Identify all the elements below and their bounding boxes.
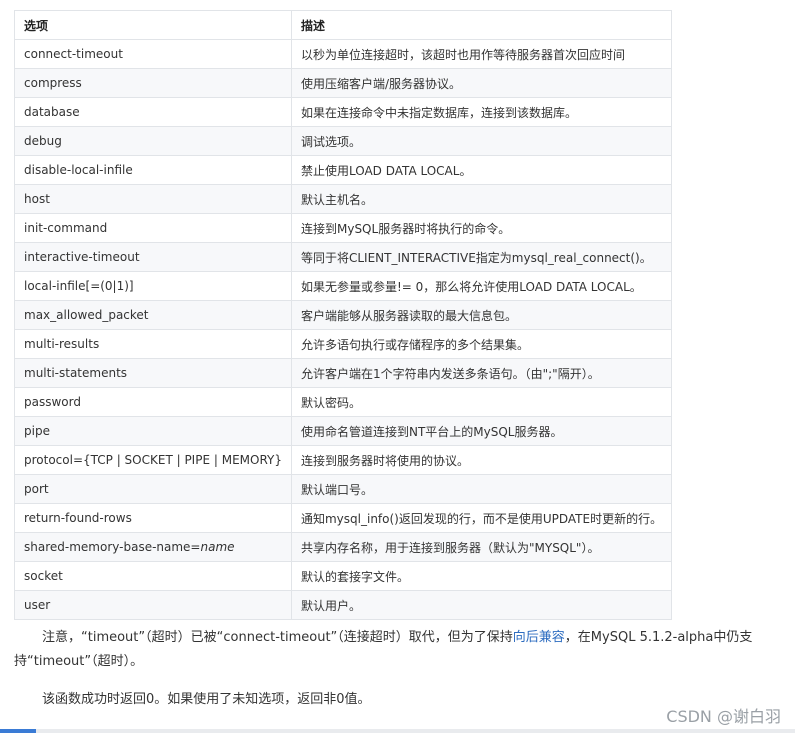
table-row: connect-timeout 以秒为单位连接超时，该超时也用作等待服务器首次回应… bbox=[14, 39, 673, 69]
description-cell: 允许多语句执行或存储程序的多个结果集。 bbox=[290, 329, 673, 359]
option-cell: compress bbox=[14, 68, 292, 98]
description-cell: 默认密码。 bbox=[290, 387, 673, 417]
description-cell: 默认主机名。 bbox=[290, 184, 673, 214]
option-cell: password bbox=[14, 387, 292, 417]
option-name: compress bbox=[24, 76, 82, 90]
note-text-before: 注意，“timeout”（超时）已被“connect-timeout”（连接超时… bbox=[42, 630, 513, 645]
description-cell: 允许客户端在1个字符串内发送多条语句。（由";"隔开）。 bbox=[290, 358, 673, 388]
description-cell: 共享内存名称，用于连接到服务器（默认为"MYSQL"）。 bbox=[290, 532, 673, 562]
option-cell: socket bbox=[14, 561, 292, 591]
table-row: port 默认端口号。 bbox=[14, 474, 673, 504]
description-cell: 连接到MySQL服务器时将执行的命令。 bbox=[290, 213, 673, 243]
description-cell: 默认的套接字文件。 bbox=[290, 561, 673, 591]
option-name: multi-results bbox=[24, 337, 100, 351]
table-row: multi-results 允许多语句执行或存储程序的多个结果集。 bbox=[14, 329, 673, 359]
option-name: interactive-timeout bbox=[24, 250, 140, 264]
table-row: init-command 连接到MySQL服务器时将执行的命令。 bbox=[14, 213, 673, 243]
table-row: password 默认密码。 bbox=[14, 387, 673, 417]
option-cell: disable-local-infile bbox=[14, 155, 292, 185]
description-cell: 连接到服务器时将使用的协议。 bbox=[290, 445, 673, 475]
option-cell: host bbox=[14, 184, 292, 214]
options-table: 选项 描述 connect-timeout 以秒为单位连接超时，该超时也用作等待服… bbox=[14, 10, 673, 620]
option-name: shared-memory-base-name= bbox=[24, 540, 201, 554]
csdn-watermark: CSDN @谢白羽 bbox=[666, 707, 781, 726]
table-row: multi-statements 允许客户端在1个字符串内发送多条语句。（由";"… bbox=[14, 358, 673, 388]
option-cell: return-found-rows bbox=[14, 503, 292, 533]
option-name: port bbox=[24, 482, 49, 496]
table-row: shared-memory-base-name=name 共享内存名称，用于连接到… bbox=[14, 532, 673, 562]
header-option: 选项 bbox=[14, 10, 292, 40]
option-cell: database bbox=[14, 97, 292, 127]
option-cell: protocol={TCP | SOCKET | PIPE | MEMORY} bbox=[14, 445, 292, 475]
option-cell: max_allowed_packet bbox=[14, 300, 292, 330]
description-cell: 调试选项。 bbox=[290, 126, 673, 156]
note-timeout: 注意，“timeout”（超时）已被“connect-timeout”（连接超时… bbox=[14, 626, 789, 674]
option-name: max_allowed_packet bbox=[24, 308, 149, 322]
option-name: user bbox=[24, 598, 51, 612]
table-row: return-found-rows 通知mysql_info()返回发现的行，而不… bbox=[14, 503, 673, 533]
description-cell: 禁止使用LOAD DATA LOCAL。 bbox=[290, 155, 673, 185]
description-cell: 如果在连接命令中未指定数据库，连接到该数据库。 bbox=[290, 97, 673, 127]
table-row: database 如果在连接命令中未指定数据库，连接到该数据库。 bbox=[14, 97, 673, 127]
option-name: database bbox=[24, 105, 80, 119]
option-cell: interactive-timeout bbox=[14, 242, 292, 272]
description-cell: 如果无参量或参量!= 0，那么将允许使用LOAD DATA LOCAL。 bbox=[290, 271, 673, 301]
option-name-placeholder: name bbox=[200, 540, 235, 554]
option-name: pipe bbox=[24, 424, 50, 438]
description-cell: 使用压缩客户端/服务器协议。 bbox=[290, 68, 673, 98]
table-row: disable-local-infile 禁止使用LOAD DATA LOCAL。 bbox=[14, 155, 673, 185]
option-cell: multi-statements bbox=[14, 358, 292, 388]
option-cell: user bbox=[14, 590, 292, 620]
table-row: local-infile[=(0|1)] 如果无参量或参量!= 0，那么将允许使用… bbox=[14, 271, 673, 301]
option-cell: debug bbox=[14, 126, 292, 156]
description-cell: 等同于将CLIENT_INTERACTIVE指定为mysql_real_conn… bbox=[290, 242, 673, 272]
table-row: debug 调试选项。 bbox=[14, 126, 673, 156]
option-cell: shared-memory-base-name=name bbox=[14, 532, 292, 562]
table-row: interactive-timeout 等同于将CLIENT_INTERACTIV… bbox=[14, 242, 673, 272]
table-row: user 默认用户。 bbox=[14, 590, 673, 620]
option-name: password bbox=[24, 395, 81, 409]
description-cell: 客户端能够从服务器读取的最大信息包。 bbox=[290, 300, 673, 330]
option-name: disable-local-infile bbox=[24, 163, 133, 177]
table-row: pipe 使用命名管道连接到NT平台上的MySQL服务器。 bbox=[14, 416, 673, 446]
table-row: protocol={TCP | SOCKET | PIPE | MEMORY} 连… bbox=[14, 445, 673, 475]
option-cell: connect-timeout bbox=[14, 39, 292, 69]
option-name: socket bbox=[24, 569, 63, 583]
option-name: host bbox=[24, 192, 50, 206]
bottom-toolbar-accent bbox=[0, 729, 36, 733]
option-cell: pipe bbox=[14, 416, 292, 446]
header-description: 描述 bbox=[290, 10, 673, 40]
table-row: max_allowed_packet 客户端能够从服务器读取的最大信息包。 bbox=[14, 300, 673, 330]
option-cell: port bbox=[14, 474, 292, 504]
description-cell: 默认用户。 bbox=[290, 590, 673, 620]
option-name: local-infile[=(0|1)] bbox=[24, 279, 134, 293]
table-row: socket 默认的套接字文件。 bbox=[14, 561, 673, 591]
table-row: compress 使用压缩客户端/服务器协议。 bbox=[14, 68, 673, 98]
option-name: debug bbox=[24, 134, 62, 148]
option-name: multi-statements bbox=[24, 366, 128, 380]
option-name: connect-timeout bbox=[24, 47, 123, 61]
description-cell: 以秒为单位连接超时，该超时也用作等待服务器首次回应时间 bbox=[290, 39, 673, 69]
bottom-toolbar-strip bbox=[0, 729, 795, 733]
description-cell: 通知mysql_info()返回发现的行，而不是使用UPDATE时更新的行。 bbox=[290, 503, 673, 533]
option-name: protocol={TCP | SOCKET | PIPE | MEMORY} bbox=[24, 453, 282, 467]
description-cell: 使用命名管道连接到NT平台上的MySQL服务器。 bbox=[290, 416, 673, 446]
description-cell: 默认端口号。 bbox=[290, 474, 673, 504]
table-header-row: 选项 描述 bbox=[14, 10, 673, 40]
option-name: init-command bbox=[24, 221, 108, 235]
option-cell: multi-results bbox=[14, 329, 292, 359]
option-cell: init-command bbox=[14, 213, 292, 243]
backward-compat-link[interactable]: 向后兼容 bbox=[513, 630, 565, 645]
option-name: return-found-rows bbox=[24, 511, 132, 525]
table-row: host 默认主机名。 bbox=[14, 184, 673, 214]
option-cell: local-infile[=(0|1)] bbox=[14, 271, 292, 301]
table-body: connect-timeout 以秒为单位连接超时，该超时也用作等待服务器首次回应… bbox=[14, 39, 673, 620]
